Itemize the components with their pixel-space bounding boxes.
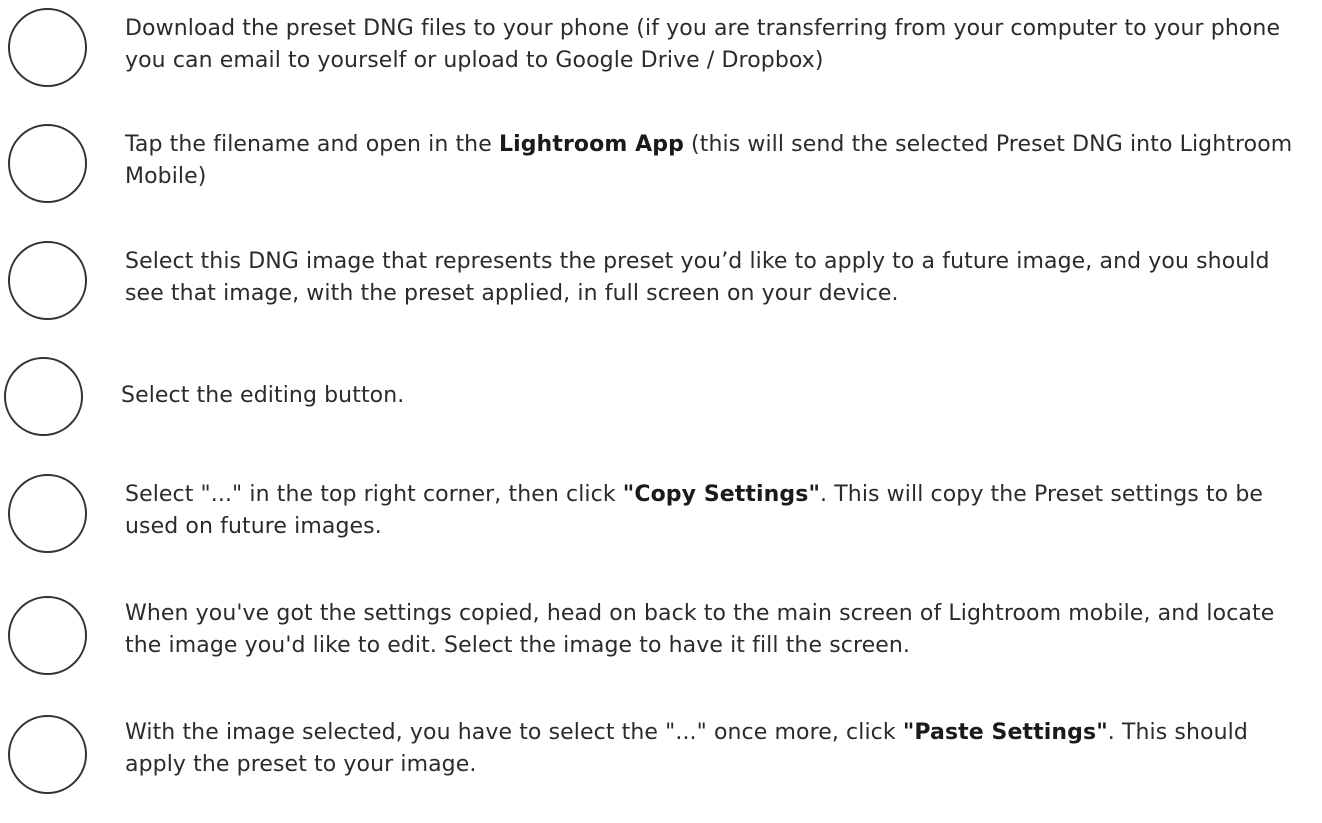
step-1-text-part-1: Download the preset DNG files to your ph… [125,16,1281,73]
step-5: Select "..." in the top right corner, th… [0,474,1322,564]
step-2: Tap the filename and open in the Lightro… [0,124,1322,214]
step-4-text: Select the editing button. [121,380,1311,412]
step-2-text: Tap the filename and open in the Lightro… [125,129,1315,193]
step-6-text-part-1: When you've got the settings copied, hea… [125,601,1275,658]
step-6: When you've got the settings copied, hea… [0,596,1322,686]
lightroom-app-label: Lightroom App [498,132,684,157]
step-3: Select this DNG image that represents th… [0,241,1322,331]
step-7: With the image selected, you have to sel… [0,715,1322,823]
step-1-text: Download the preset DNG files to your ph… [125,13,1315,77]
step-3-checkbox[interactable] [8,241,87,320]
step-1: Download the preset DNG files to your ph… [0,8,1322,98]
step-1-checkbox[interactable] [8,8,87,87]
step-7-checkbox[interactable] [8,715,87,794]
paste-settings-label: "Paste Settings" [902,720,1108,745]
step-4-text-part-1: Select the editing button. [121,383,405,408]
step-7-text-part-1: With the image selected, you have to sel… [125,720,903,745]
step-3-text: Select this DNG image that represents th… [125,246,1315,310]
step-5-text-part-1: Select "..." in the top right corner, th… [125,482,623,507]
step-6-checkbox[interactable] [8,596,87,675]
step-4: Select the editing button. [0,357,1322,447]
step-2-checkbox[interactable] [8,124,87,203]
step-5-text: Select "..." in the top right corner, th… [125,479,1315,543]
step-2-text-part-1: Tap the filename and open in the [125,132,499,157]
step-4-checkbox[interactable] [4,357,83,436]
step-7-text: With the image selected, you have to sel… [125,717,1315,781]
step-6-text: When you've got the settings copied, hea… [125,598,1315,662]
step-5-checkbox[interactable] [8,474,87,553]
step-3-text-part-1: Select this DNG image that represents th… [125,249,1270,306]
copy-settings-label: "Copy Settings" [622,482,821,507]
